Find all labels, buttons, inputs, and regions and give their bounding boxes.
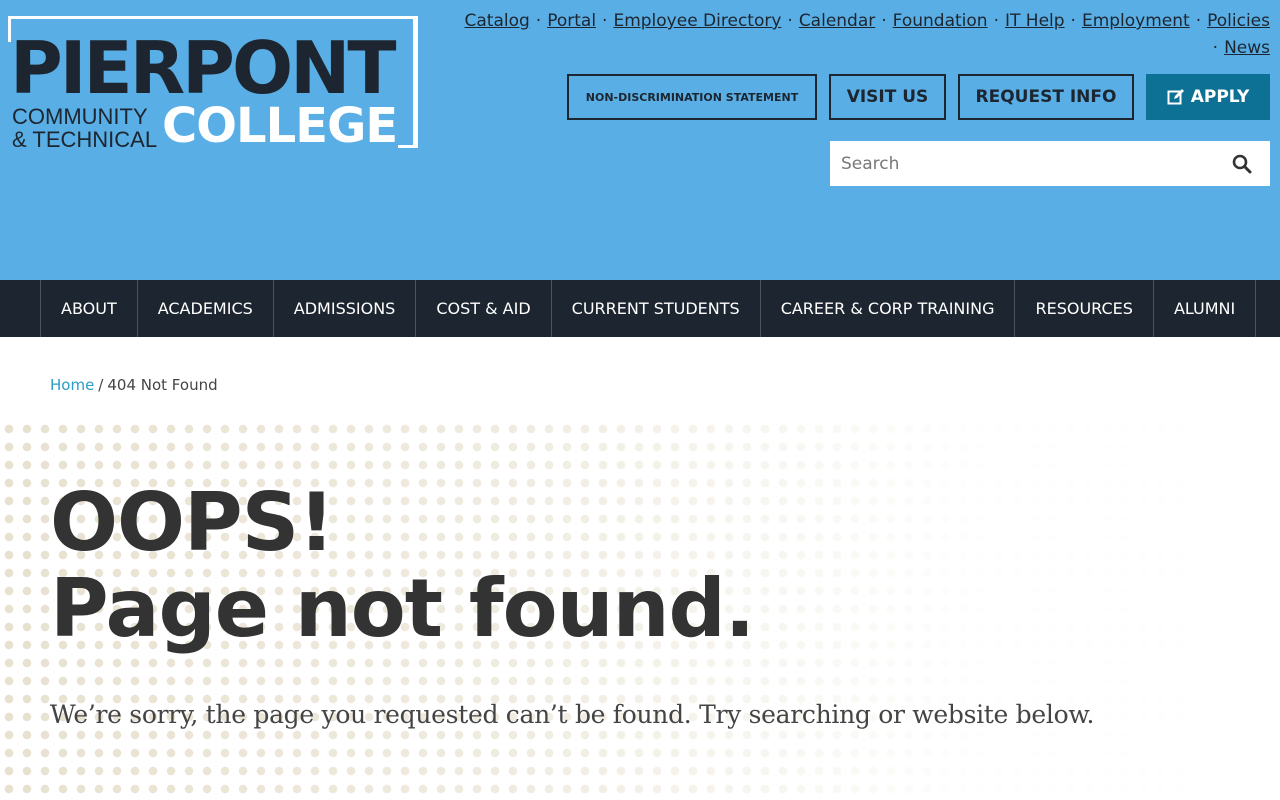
nav-item-admissions[interactable]: ADMISSIONS — [272, 280, 416, 337]
site-header: PIERPONT COMMUNITY & TECHNICAL COLLEGE C… — [0, 0, 1280, 280]
utility-link-foundation[interactable]: Foundation — [893, 11, 988, 31]
logo-frame-right — [398, 16, 418, 148]
logo-subtitle-1: COMMUNITY — [12, 104, 148, 129]
main-nav: ABOUT ACADEMICS ADMISSIONS COST & AID CU… — [0, 280, 1280, 337]
logo-wordmark: PIERPONT — [10, 26, 397, 110]
request-info-button[interactable]: REQUEST INFO — [958, 74, 1134, 120]
title-line-1: OOPS! — [50, 476, 335, 569]
separator: · — [535, 11, 542, 31]
title-line-2: Page not found. — [50, 562, 755, 655]
utility-link-calendar[interactable]: Calendar — [799, 11, 875, 31]
apply-button[interactable]: APPLY — [1146, 74, 1270, 120]
non-discrimination-button[interactable]: NON-DISCRIMINATION STATEMENT — [567, 74, 817, 120]
search-icon[interactable] — [1232, 154, 1252, 174]
separator: · — [787, 11, 793, 31]
separator: · — [1195, 11, 1202, 31]
nav-item-cost-aid[interactable]: COST & AID — [415, 280, 550, 337]
college-logo[interactable]: PIERPONT COMMUNITY & TECHNICAL COLLEGE — [0, 0, 430, 160]
nav-item-alumni[interactable]: ALUMNI — [1152, 280, 1257, 337]
utility-link-policies[interactable]: Policies — [1207, 11, 1270, 31]
page-title: OOPS! Page not found. — [50, 480, 755, 655]
search-box — [830, 141, 1270, 186]
apply-label: APPLY — [1190, 87, 1250, 107]
logo-subtitle-2: & TECHNICAL — [12, 127, 158, 152]
visit-us-button[interactable]: VISIT US — [829, 74, 946, 120]
nav-item-current-students[interactable]: CURRENT STUDENTS — [550, 280, 760, 337]
nav-item-career-corp-training[interactable]: CAREER & CORP TRAINING — [759, 280, 1015, 337]
utility-link-it-help[interactable]: IT Help — [1005, 11, 1065, 31]
breadcrumb-separator: / — [98, 376, 104, 394]
error-message: We’re sorry, the page you requested can’… — [50, 700, 1095, 729]
separator: · — [881, 11, 887, 31]
breadcrumb-current: 404 Not Found — [107, 376, 218, 394]
utility-link-news[interactable]: News — [1224, 38, 1270, 58]
edit-icon — [1167, 89, 1184, 105]
utility-link-employment[interactable]: Employment — [1082, 11, 1190, 31]
utility-link-employee-directory[interactable]: Employee Directory — [613, 11, 781, 31]
separator: · — [602, 11, 608, 31]
utility-link-portal[interactable]: Portal — [547, 11, 596, 31]
separator: · — [1070, 11, 1076, 31]
utility-link-catalog[interactable]: Catalog — [465, 11, 530, 31]
breadcrumb: Home/404 Not Found — [50, 376, 218, 394]
separator: · — [1212, 38, 1219, 58]
error-hero: OOPS! Page not found. We’re sorry, the p… — [0, 420, 1280, 800]
nav-item-about[interactable]: ABOUT — [40, 280, 137, 337]
nav-item-resources[interactable]: RESOURCES — [1014, 280, 1152, 337]
search-input[interactable] — [830, 141, 1210, 186]
logo-college-word: COLLEGE — [162, 98, 398, 154]
utility-nav: Catalog · Portal · Employee Directory · Calend… — [430, 8, 1271, 62]
nav-item-academics[interactable]: ACADEMICS — [136, 280, 273, 337]
breadcrumb-home-link[interactable]: Home — [50, 376, 94, 394]
separator: · — [993, 11, 999, 31]
